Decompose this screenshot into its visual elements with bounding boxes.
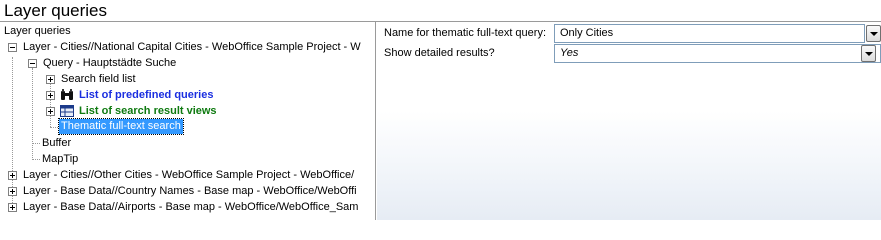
- show-detailed-label: Show detailed results?: [384, 47, 495, 59]
- tree-node-label: Layer - Cities//Other Cities - WebOffice…: [23, 169, 355, 181]
- tree-node-search-result-views[interactable]: List of search result views: [0, 103, 375, 119]
- binoculars-icon: [61, 89, 73, 100]
- tree-node-layer-country-names[interactable]: Layer - Base Data//Country Names - Base …: [0, 183, 375, 199]
- layer-query-tree[interactable]: Layer queries Layer - Cities//National C…: [0, 22, 376, 220]
- fulltext-name-field[interactable]: Only Cities: [554, 24, 865, 43]
- fulltext-name-label: Name for thematic full-text query:: [384, 27, 547, 39]
- tree-node-layer-other-cities[interactable]: Layer - Cities//Other Cities - WebOffice…: [0, 167, 375, 183]
- panel-title: Layer queries: [0, 0, 881, 22]
- tree-node-label: MapTip: [42, 153, 79, 165]
- tree-node-label: List of search result views: [79, 105, 217, 117]
- tree-node-label: Query - Hauptstädte Suche: [43, 57, 177, 69]
- tree-root-label: Layer queries: [4, 25, 71, 37]
- tree-node-buffer[interactable]: Buffer: [0, 135, 375, 151]
- tree-node-query-hauptstaedte[interactable]: Query - Hauptstädte Suche: [0, 55, 375, 71]
- collapse-minus-icon[interactable]: [28, 59, 37, 68]
- tree-node-thematic-fulltext-search[interactable]: Thematic full-text search: [0, 118, 375, 135]
- tree-node-label: Layer - Base Data//Airports - Base map -…: [23, 201, 359, 213]
- expand-plus-icon[interactable]: [8, 187, 17, 196]
- tree-node-label: Layer - Cities//National Capital Cities …: [23, 41, 361, 53]
- tree-node-label: Search field list: [61, 73, 136, 85]
- table-icon: [60, 105, 74, 117]
- tree-node-search-field-list[interactable]: Search field list: [0, 71, 375, 87]
- tree-node-predefined-queries[interactable]: List of predefined queries: [0, 87, 375, 103]
- expand-plus-icon[interactable]: [8, 203, 17, 212]
- expand-plus-icon[interactable]: [46, 91, 55, 100]
- expand-plus-icon[interactable]: [46, 107, 55, 116]
- tree-node-label: Thematic full-text search: [58, 118, 184, 135]
- tree-node-layer-national-capital-cities[interactable]: Layer - Cities//National Capital Cities …: [0, 39, 375, 55]
- show-detailed-select[interactable]: Yes: [554, 44, 881, 63]
- expand-plus-icon[interactable]: [46, 75, 55, 84]
- tree-node-label: List of predefined queries: [79, 89, 214, 101]
- dropdown-arrow-icon[interactable]: [866, 25, 881, 42]
- tree-node-label: Buffer: [42, 137, 72, 149]
- tree-node-layer-airports[interactable]: Layer - Base Data//Airports - Base map -…: [0, 199, 375, 215]
- tree-node-label: Layer - Base Data//Country Names - Base …: [23, 185, 357, 197]
- collapse-minus-icon[interactable]: [8, 43, 17, 52]
- property-panel: Name for thematic full-text query: Only …: [377, 22, 881, 220]
- expand-plus-icon[interactable]: [8, 171, 17, 180]
- tree-node-maptip[interactable]: MapTip: [0, 151, 375, 167]
- dropdown-arrow-icon[interactable]: [861, 45, 876, 62]
